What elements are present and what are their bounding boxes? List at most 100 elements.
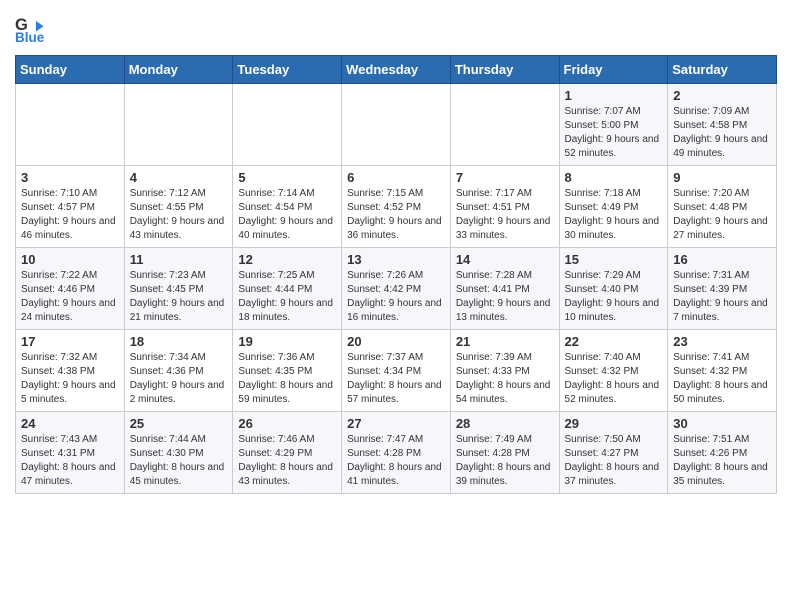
weekday-header: Wednesday [342,56,451,84]
day-number: 27 [347,416,445,431]
day-number: 17 [21,334,119,349]
day-info: Sunrise: 7:28 AM Sunset: 4:41 PM Dayligh… [456,269,554,325]
weekday-header: Tuesday [233,56,342,84]
day-number: 9 [673,170,771,185]
logo-icon: G Blue [15,15,45,45]
calendar-cell: 14 Sunrise: 7:28 AM Sunset: 4:41 PM Dayli… [450,248,559,330]
day-info: Sunrise: 7:44 AM Sunset: 4:30 PM Dayligh… [130,433,228,489]
day-info: Sunrise: 7:25 AM Sunset: 4:44 PM Dayligh… [238,269,336,325]
day-info: Sunrise: 7:49 AM Sunset: 4:28 PM Dayligh… [456,433,554,489]
calendar-cell [16,84,125,166]
calendar-cell: 8 Sunrise: 7:18 AM Sunset: 4:49 PM Daylig… [559,166,668,248]
day-number: 1 [565,88,663,103]
day-number: 3 [21,170,119,185]
day-info: Sunrise: 7:51 AM Sunset: 4:26 PM Dayligh… [673,433,771,489]
day-number: 15 [565,252,663,267]
calendar-cell: 21 Sunrise: 7:39 AM Sunset: 4:33 PM Dayli… [450,330,559,412]
weekday-header: Sunday [16,56,125,84]
day-info: Sunrise: 7:15 AM Sunset: 4:52 PM Dayligh… [347,187,445,243]
calendar-cell: 3 Sunrise: 7:10 AM Sunset: 4:57 PM Daylig… [16,166,125,248]
day-info: Sunrise: 7:34 AM Sunset: 4:36 PM Dayligh… [130,351,228,407]
calendar-week-row: 1Sunrise: 7:07 AM Sunset: 5:00 PM Daylig… [16,84,777,166]
day-number: 19 [238,334,336,349]
day-number: 30 [673,416,771,431]
logo: G Blue [15,15,49,45]
day-info: Sunrise: 7:09 AM Sunset: 4:58 PM Dayligh… [673,105,771,161]
day-info: Sunrise: 7:18 AM Sunset: 4:49 PM Dayligh… [565,187,663,243]
day-info: Sunrise: 7:12 AM Sunset: 4:55 PM Dayligh… [130,187,228,243]
calendar-week-row: 17 Sunrise: 7:32 AM Sunset: 4:38 PM Dayli… [16,330,777,412]
calendar-cell [124,84,233,166]
calendar-cell [342,84,451,166]
calendar-cell: 18 Sunrise: 7:34 AM Sunset: 4:36 PM Dayli… [124,330,233,412]
day-number: 4 [130,170,228,185]
day-info: Sunrise: 7:41 AM Sunset: 4:32 PM Dayligh… [673,351,771,407]
calendar-cell: 6 Sunrise: 7:15 AM Sunset: 4:52 PM Daylig… [342,166,451,248]
day-number: 2 [673,88,771,103]
day-number: 14 [456,252,554,267]
calendar-cell: 11 Sunrise: 7:23 AM Sunset: 4:45 PM Dayli… [124,248,233,330]
day-number: 6 [347,170,445,185]
day-number: 13 [347,252,445,267]
calendar-cell: 5Sunrise: 7:14 AM Sunset: 4:54 PM Daylig… [233,166,342,248]
day-info: Sunrise: 7:46 AM Sunset: 4:29 PM Dayligh… [238,433,336,489]
calendar-cell: 2 Sunrise: 7:09 AM Sunset: 4:58 PM Daylig… [668,84,777,166]
calendar-table: SundayMondayTuesdayWednesdayThursdayFrid… [15,55,777,494]
calendar-cell: 22Sunrise: 7:40 AM Sunset: 4:32 PM Dayli… [559,330,668,412]
calendar-cell: 29 Sunrise: 7:50 AM Sunset: 4:27 PM Dayli… [559,412,668,494]
day-number: 10 [21,252,119,267]
calendar-cell [450,84,559,166]
day-info: Sunrise: 7:31 AM Sunset: 4:39 PM Dayligh… [673,269,771,325]
day-number: 20 [347,334,445,349]
day-info: Sunrise: 7:10 AM Sunset: 4:57 PM Dayligh… [21,187,119,243]
calendar-cell: 4 Sunrise: 7:12 AM Sunset: 4:55 PM Daylig… [124,166,233,248]
page-header: G Blue [15,15,777,45]
calendar-week-row: 3 Sunrise: 7:10 AM Sunset: 4:57 PM Daylig… [16,166,777,248]
day-info: Sunrise: 7:23 AM Sunset: 4:45 PM Dayligh… [130,269,228,325]
calendar-cell: 24 Sunrise: 7:43 AM Sunset: 4:31 PM Dayli… [16,412,125,494]
day-number: 28 [456,416,554,431]
day-number: 29 [565,416,663,431]
calendar-week-row: 10 Sunrise: 7:22 AM Sunset: 4:46 PM Dayli… [16,248,777,330]
day-info: Sunrise: 7:17 AM Sunset: 4:51 PM Dayligh… [456,187,554,243]
day-info: Sunrise: 7:50 AM Sunset: 4:27 PM Dayligh… [565,433,663,489]
day-number: 7 [456,170,554,185]
weekday-header: Monday [124,56,233,84]
day-info: Sunrise: 7:32 AM Sunset: 4:38 PM Dayligh… [21,351,119,407]
day-info: Sunrise: 7:36 AM Sunset: 4:35 PM Dayligh… [238,351,336,407]
day-number: 26 [238,416,336,431]
day-info: Sunrise: 7:40 AM Sunset: 4:32 PM Dayligh… [565,351,663,407]
calendar-cell: 7 Sunrise: 7:17 AM Sunset: 4:51 PM Daylig… [450,166,559,248]
calendar-cell: 26 Sunrise: 7:46 AM Sunset: 4:29 PM Dayli… [233,412,342,494]
page-container: G Blue SundayMondayTuesdayWednesdayThurs… [0,0,792,504]
day-info: Sunrise: 7:43 AM Sunset: 4:31 PM Dayligh… [21,433,119,489]
day-info: Sunrise: 7:20 AM Sunset: 4:48 PM Dayligh… [673,187,771,243]
day-number: 18 [130,334,228,349]
weekday-header: Saturday [668,56,777,84]
weekday-header: Thursday [450,56,559,84]
day-number: 8 [565,170,663,185]
calendar-cell: 30 Sunrise: 7:51 AM Sunset: 4:26 PM Dayli… [668,412,777,494]
day-number: 11 [130,252,228,267]
calendar-cell: 19 Sunrise: 7:36 AM Sunset: 4:35 PM Dayli… [233,330,342,412]
day-info: Sunrise: 7:14 AM Sunset: 4:54 PM Dayligh… [238,187,336,243]
day-info: Sunrise: 7:22 AM Sunset: 4:46 PM Dayligh… [21,269,119,325]
calendar-cell: 27Sunrise: 7:47 AM Sunset: 4:28 PM Dayli… [342,412,451,494]
svg-text:Blue: Blue [15,30,45,45]
calendar-week-row: 24 Sunrise: 7:43 AM Sunset: 4:31 PM Dayli… [16,412,777,494]
calendar-cell: 9 Sunrise: 7:20 AM Sunset: 4:48 PM Daylig… [668,166,777,248]
day-number: 25 [130,416,228,431]
calendar-cell: 20Sunrise: 7:37 AM Sunset: 4:34 PM Dayli… [342,330,451,412]
day-number: 21 [456,334,554,349]
day-info: Sunrise: 7:29 AM Sunset: 4:40 PM Dayligh… [565,269,663,325]
calendar-cell: 25 Sunrise: 7:44 AM Sunset: 4:30 PM Dayli… [124,412,233,494]
calendar-cell: 23 Sunrise: 7:41 AM Sunset: 4:32 PM Dayli… [668,330,777,412]
day-number: 16 [673,252,771,267]
day-number: 23 [673,334,771,349]
day-number: 24 [21,416,119,431]
day-info: Sunrise: 7:39 AM Sunset: 4:33 PM Dayligh… [456,351,554,407]
calendar-cell: 13Sunrise: 7:26 AM Sunset: 4:42 PM Dayli… [342,248,451,330]
calendar-cell: 15 Sunrise: 7:29 AM Sunset: 4:40 PM Dayli… [559,248,668,330]
calendar-cell: 12Sunrise: 7:25 AM Sunset: 4:44 PM Dayli… [233,248,342,330]
calendar-cell: 17 Sunrise: 7:32 AM Sunset: 4:38 PM Dayli… [16,330,125,412]
